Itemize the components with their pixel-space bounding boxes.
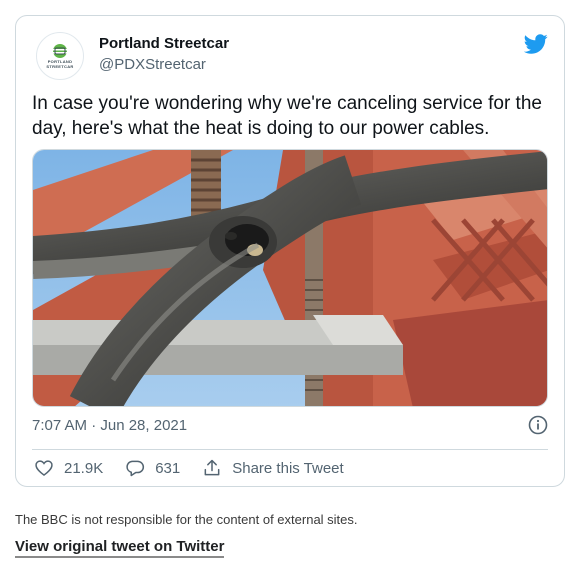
share-label: Share this Tweet bbox=[232, 459, 344, 477]
divider bbox=[32, 449, 548, 450]
tweet-timestamp[interactable]: 7:07 AM · Jun 28, 2021 bbox=[32, 417, 187, 434]
twitter-bird-icon[interactable] bbox=[524, 32, 548, 56]
tweet-actions: 21.9K 631 Share this Tweet bbox=[34, 456, 366, 480]
like-count: 21.9K bbox=[64, 459, 104, 477]
external-content-disclaimer: The BBC is not responsible for the conte… bbox=[15, 512, 358, 527]
reply-button[interactable]: 631 bbox=[125, 458, 180, 478]
embedded-tweet: PORTLAND STREETCAR Portland Streetcar @P… bbox=[15, 15, 565, 487]
like-button[interactable]: 21.9K bbox=[34, 458, 103, 478]
share-icon bbox=[204, 459, 220, 476]
view-original-tweet-link[interactable]: View original tweet on Twitter bbox=[15, 538, 225, 558]
tweet-text: In case you're wondering why we're cance… bbox=[32, 93, 542, 139]
avatar[interactable]: PORTLAND STREETCAR bbox=[36, 32, 84, 80]
heart-icon bbox=[35, 460, 53, 477]
reply-icon bbox=[126, 460, 145, 477]
avatar-text-line-2: STREETCAR bbox=[46, 64, 74, 69]
user-handle[interactable]: @PDXStreetcar bbox=[99, 56, 206, 73]
share-button[interactable]: Share this Tweet bbox=[202, 458, 344, 478]
info-icon[interactable] bbox=[528, 415, 548, 435]
display-name[interactable]: Portland Streetcar bbox=[99, 35, 229, 52]
tweet-photo[interactable] bbox=[32, 149, 548, 407]
streetcar-logo-icon bbox=[51, 44, 69, 58]
melted-cable-photo bbox=[33, 150, 547, 406]
reply-count: 631 bbox=[155, 459, 181, 477]
